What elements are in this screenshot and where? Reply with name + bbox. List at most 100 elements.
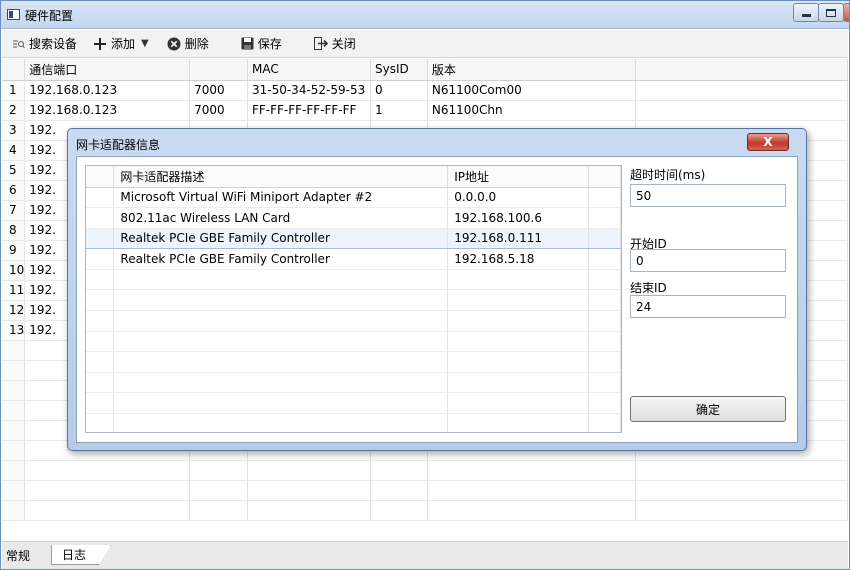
- add-button[interactable]: 添加 ▼: [89, 33, 159, 55]
- row-number: 9: [2, 240, 26, 261]
- table-row[interactable]: 1 192.168.0.123 7000 31-50-34-52-59-53 0 N611…: [2, 80, 848, 101]
- adapter-row[interactable]: 802.11ac Wireless LAN Card 192.168.100.6: [86, 207, 621, 229]
- timeout-input[interactable]: [630, 184, 786, 207]
- add-label: 添加: [111, 37, 136, 51]
- adapter-row[interactable]: Realtek PCIe GBE Family Controller 192.16…: [86, 248, 621, 270]
- ok-button[interactable]: 确定: [630, 396, 786, 422]
- adapter-row[interactable]: Microsoft Virtual WiFi Miniport Adapter …: [86, 187, 621, 209]
- dialog-close-button[interactable]: X: [747, 133, 789, 151]
- adapter-row[interactable]: [86, 269, 621, 291]
- adapter-desc-cell: [113, 351, 449, 373]
- plus-icon: [93, 37, 107, 51]
- adapter-ip-cell: 192.168.0.111: [447, 227, 590, 250]
- table-cell: [370, 480, 428, 501]
- save-button[interactable]: 保存: [237, 33, 286, 55]
- start-id-input[interactable]: [630, 249, 786, 272]
- title-bar: 硬件配置: [1, 1, 849, 29]
- table-row[interactable]: [2, 480, 848, 501]
- table-cell: [24, 500, 191, 521]
- adapter-row[interactable]: [86, 392, 621, 415]
- close-tool-button[interactable]: 关闭: [310, 33, 360, 55]
- adapter-ip-cell: [447, 331, 590, 353]
- adapter-row[interactable]: [86, 331, 621, 353]
- adapter-cell: [588, 331, 621, 353]
- search-devices-button[interactable]: 搜索设备: [8, 33, 81, 55]
- table-cell: FF-FF-FF-FF-FF-FF: [247, 100, 371, 121]
- adapter-header-filler: [588, 166, 621, 188]
- minimize-button[interactable]: [793, 3, 819, 22]
- table-cell: [635, 80, 848, 101]
- adapter-ip-header[interactable]: IP地址: [447, 166, 590, 188]
- adapter-row[interactable]: [86, 372, 621, 394]
- adapter-cell: [588, 289, 621, 312]
- end-id-label: 结束ID: [630, 281, 667, 295]
- adapter-cell: [86, 248, 115, 270]
- adapter-row[interactable]: Realtek PCIe GBE Family Controller 192.16…: [86, 227, 621, 250]
- row-number: [2, 500, 26, 521]
- end-id-input[interactable]: [630, 295, 786, 318]
- adapter-ip-cell: [447, 269, 590, 291]
- delete-button[interactable]: 删除: [163, 33, 213, 55]
- column-header[interactable]: MAC: [247, 59, 371, 81]
- column-header[interactable]: [635, 59, 848, 81]
- tab-log[interactable]: 日志: [51, 545, 111, 565]
- tab-general[interactable]: 常规: [6, 545, 30, 565]
- table-row[interactable]: [2, 500, 848, 521]
- adapter-ip-cell: [447, 413, 590, 432]
- row-number: 4: [2, 140, 26, 161]
- adapter-row[interactable]: [86, 310, 621, 332]
- table-row[interactable]: [2, 460, 848, 481]
- window-title: 硬件配置: [25, 9, 74, 23]
- table-cell: [247, 460, 371, 481]
- adapter-cell: [588, 207, 621, 229]
- column-header[interactable]: SysID: [370, 59, 428, 81]
- timeout-label: 超时时间(ms): [630, 168, 706, 182]
- minimize-icon: [801, 14, 811, 17]
- row-number: 1: [2, 80, 26, 101]
- table-cell: 192.168.0.123: [24, 80, 191, 101]
- dropdown-arrow-icon[interactable]: ▼: [141, 38, 149, 49]
- column-header[interactable]: 通信端口: [24, 59, 191, 81]
- maximize-button[interactable]: [818, 3, 844, 22]
- maximize-icon: [826, 8, 836, 17]
- column-header[interactable]: [2, 59, 26, 81]
- adapter-row[interactable]: [86, 289, 621, 312]
- table-cell: [427, 500, 636, 521]
- close-tool-label: 关闭: [331, 37, 356, 51]
- table-cell: [189, 500, 248, 521]
- table-cell: [189, 460, 248, 481]
- row-number: 7: [2, 200, 26, 221]
- row-number: 5: [2, 160, 26, 181]
- table-cell: [24, 460, 191, 481]
- table-row[interactable]: 2 192.168.0.123 7000 FF-FF-FF-FF-FF-FF 1 N611…: [2, 100, 848, 121]
- adapter-ip-cell: 192.168.100.6: [447, 207, 590, 229]
- column-header[interactable]: 版本: [427, 59, 636, 81]
- row-number: [2, 380, 26, 401]
- column-header[interactable]: [189, 59, 248, 81]
- adapter-desc-cell: [113, 289, 449, 312]
- adapter-cell: [86, 269, 115, 291]
- close-button[interactable]: [843, 3, 849, 22]
- adapter-ip-cell: [447, 372, 590, 394]
- adapter-row[interactable]: [86, 351, 621, 373]
- adapter-desc-header[interactable]: 网卡适配器描述: [113, 166, 449, 188]
- row-number: [2, 360, 26, 381]
- adapter-ip-cell: [447, 310, 590, 332]
- adapter-row[interactable]: [86, 413, 621, 432]
- adapter-cell: [588, 351, 621, 373]
- adapter-desc-cell: [113, 413, 449, 432]
- table-cell: [635, 100, 848, 121]
- table-cell: [635, 480, 848, 501]
- row-number: 6: [2, 180, 26, 201]
- table-cell: 7000: [189, 80, 248, 101]
- table-cell: [635, 500, 848, 521]
- adapter-cell: [588, 310, 621, 332]
- adapter-info-dialog: 网卡适配器信息 X 网卡适配器描述 IP地址 Microsoft Virtual…: [67, 128, 807, 451]
- search-devices-label: 搜索设备: [29, 37, 78, 51]
- table-cell: 0: [370, 80, 428, 101]
- adapter-cell: [86, 413, 115, 432]
- adapter-desc-cell: 802.11ac Wireless LAN Card: [113, 207, 449, 229]
- adapter-cell: [588, 187, 621, 209]
- adapter-cell: [86, 207, 115, 229]
- adapter-header-spacer: [86, 166, 115, 188]
